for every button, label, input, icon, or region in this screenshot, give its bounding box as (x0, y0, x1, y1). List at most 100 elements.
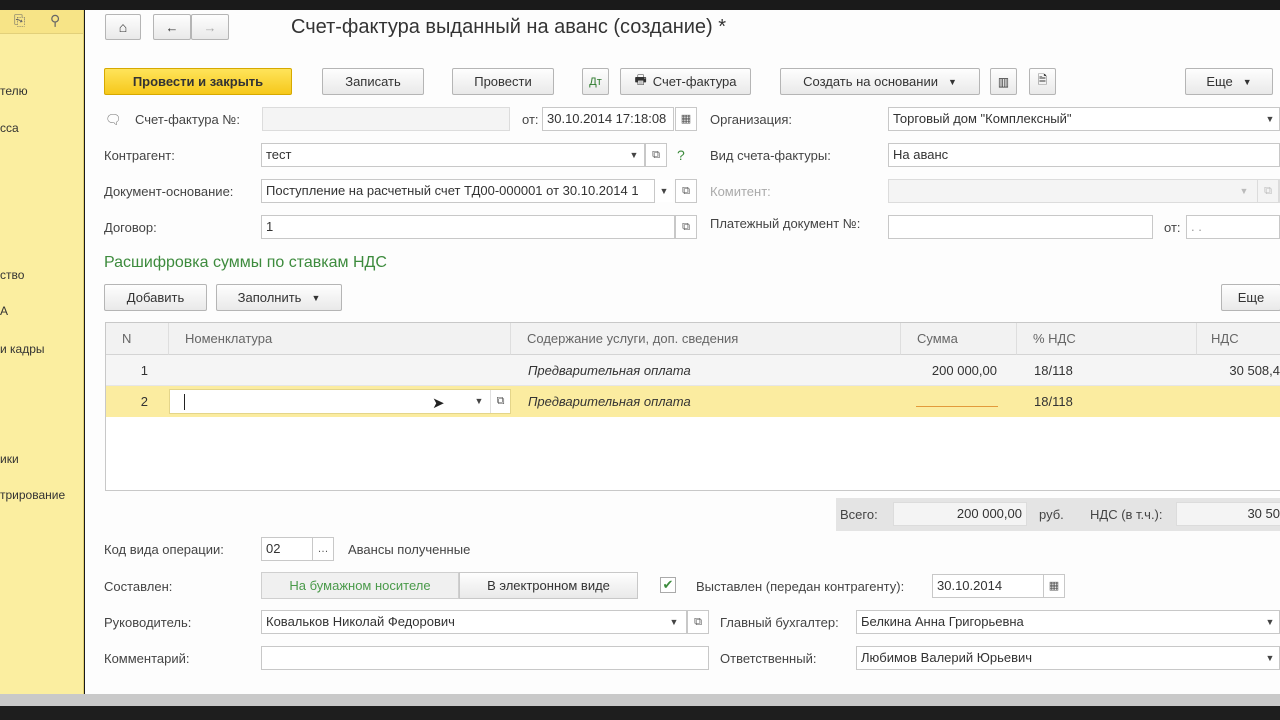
table-more-button[interactable]: Еще (1221, 284, 1280, 311)
sidebar-item[interactable]: трирование (0, 488, 65, 502)
checkmark-icon: ✔ (662, 577, 674, 592)
attachment-button[interactable]: 🗎 (1029, 68, 1056, 95)
chevron-down-icon[interactable]: ▼ (655, 180, 673, 202)
operation-code-label: Код вида операции: (104, 542, 224, 557)
contract-field[interactable]: 1 (261, 215, 675, 239)
column-header-nomenclature[interactable]: Номенклатура (169, 323, 511, 355)
sidebar-item[interactable]: и кадры (0, 342, 45, 356)
save-button[interactable]: Записать (322, 68, 424, 95)
report-icon: ▥ (997, 74, 1010, 89)
issued-date-field[interactable]: 30.10.2014 (932, 574, 1044, 598)
chevron-down-icon[interactable]: ▼ (470, 390, 488, 413)
payment-document-field[interactable] (888, 215, 1153, 239)
vat-breakdown-title: Расшифровка суммы по ставкам НДС (104, 254, 387, 271)
table-row[interactable]: 2 ➤ ▼ ⧉ Предварительная оплата 18/118 (106, 386, 1280, 417)
back-button[interactable]: ← (153, 14, 191, 40)
base-document-label: Документ-основание: (104, 184, 234, 199)
electronic-option[interactable]: В электронном виде (459, 572, 638, 599)
invoice-kind-field[interactable]: На аванс (888, 143, 1280, 167)
sidebar-item[interactable]: ство (0, 268, 24, 282)
date-field[interactable]: 30.10.2014 17:18:08 (542, 107, 674, 131)
text-cursor (184, 394, 185, 410)
comment-label: Комментарий: (104, 651, 190, 666)
chief-accountant-field[interactable]: Белкина Анна Григорьевна (856, 610, 1280, 634)
sidebar-item[interactable]: телю (0, 84, 28, 98)
row-vat-rate[interactable]: 18/118 (1026, 386, 1196, 417)
dt-kt-icon: Дт (589, 75, 602, 88)
column-header-vat-rate[interactable]: % НДС (1017, 323, 1197, 355)
add-row-button[interactable]: Добавить (104, 284, 207, 311)
contract-label: Договор: (104, 220, 157, 235)
manager-field[interactable]: Ковальков Николай Федорович (261, 610, 687, 634)
forward-button[interactable]: → (191, 14, 229, 40)
dt-kt-button[interactable]: Дт (582, 68, 609, 95)
column-header-content[interactable]: Содержание услуги, доп. сведения (511, 323, 901, 355)
chevron-down-icon[interactable]: ▼ (625, 144, 643, 166)
invoice-no-field[interactable] (262, 107, 510, 131)
chevron-down-icon[interactable]: ▼ (1261, 647, 1279, 669)
calendar-button[interactable]: ▦ (675, 107, 697, 131)
column-header-sum[interactable]: Сумма (901, 323, 1017, 355)
row-content[interactable]: Предварительная оплата (520, 386, 900, 417)
open-counterparty-button[interactable]: ⧉ (645, 143, 667, 167)
nomenclature-input[interactable]: ➤ ▼ ⧉ (169, 389, 511, 414)
row-sum[interactable] (901, 386, 1001, 417)
open-commissioner-button[interactable]: ⧉ (1257, 179, 1279, 203)
organization-field[interactable]: Торговый дом "Комплексный" (888, 107, 1280, 131)
commissioner-label: Комитент: (710, 184, 771, 199)
issued-checkbox[interactable]: ✔ (660, 577, 676, 593)
search-icon[interactable]: ⚲ (50, 12, 60, 29)
row-vat-rate[interactable]: 18/118 (1026, 355, 1196, 386)
chevron-down-icon[interactable]: ▼ (665, 611, 683, 633)
history-icon[interactable]: ⎘ (14, 12, 25, 29)
sidebar-item[interactable]: ики (0, 452, 19, 466)
document-icon: 🗎 (1037, 73, 1048, 87)
report-button[interactable]: ▥ (990, 68, 1017, 95)
printer-icon: 🖶 (634, 71, 647, 87)
chevron-down-icon[interactable]: ▼ (1261, 611, 1279, 633)
column-header-n[interactable]: N (106, 323, 169, 355)
home-button[interactable]: ⌂ (105, 14, 141, 40)
sidebar-item[interactable]: А (0, 304, 8, 318)
select-operation-code-button[interactable]: … (312, 537, 334, 561)
chevron-down-icon[interactable]: ▼ (1261, 108, 1279, 130)
open-base-document-button[interactable]: ⧉ (675, 179, 697, 203)
counterparty-field[interactable]: тест (261, 143, 645, 167)
open-link-icon: ⧉ (682, 221, 690, 233)
help-icon[interactable]: ? (677, 147, 685, 163)
responsible-label: Ответственный: (720, 651, 817, 666)
comment-field[interactable] (261, 646, 709, 670)
post-and-close-button[interactable]: Провести и закрыть (104, 68, 292, 95)
issued-calendar-button[interactable]: ▦ (1043, 574, 1065, 598)
chevron-down-icon: ▼ (311, 292, 321, 303)
print-invoice-button[interactable]: 🖶 Счет-фактура (620, 68, 751, 95)
row-sum[interactable]: 200 000,00 (901, 355, 1001, 386)
more-button[interactable]: Еще ▼ (1185, 68, 1273, 95)
column-header-vat[interactable]: НДС (1197, 323, 1280, 355)
payment-date-field[interactable]: . . (1186, 215, 1280, 239)
table-row[interactable]: 1 Предварительная оплата 200 000,00 18/1… (106, 355, 1280, 386)
row-content[interactable]: Предварительная оплата (520, 355, 900, 386)
row-vat[interactable] (1197, 386, 1280, 417)
create-based-on-button[interactable]: Создать на основании ▼ (780, 68, 980, 95)
sidebar-item[interactable]: сса (0, 121, 19, 135)
open-link-icon[interactable]: ⧉ (490, 390, 510, 413)
paper-option[interactable]: На бумажном носителе (261, 572, 459, 599)
arrow-left-icon: ← (165, 19, 179, 35)
fill-button[interactable]: Заполнить ▼ (216, 284, 342, 311)
row-vat[interactable]: 30 508,4 (1197, 355, 1280, 386)
row-nomenclature[interactable] (169, 355, 511, 386)
chief-accountant-label: Главный бухгалтер: (720, 615, 839, 630)
create-based-on-label: Создать на основании (803, 74, 938, 89)
open-contract-button[interactable]: ⧉ (675, 215, 697, 239)
responsible-field[interactable]: Любимов Валерий Юрьевич (856, 646, 1280, 670)
calendar-icon: ▦ (1048, 580, 1060, 592)
base-document-field[interactable]: Поступление на расчетный счет ТД00-00000… (261, 179, 655, 203)
open-manager-button[interactable]: ⧉ (687, 610, 709, 634)
operation-code-field[interactable]: 02 (261, 537, 313, 561)
chevron-down-icon: ▼ (1242, 76, 1252, 87)
chevron-down-icon[interactable]: ▼ (1235, 180, 1253, 202)
post-button[interactable]: Провести (452, 68, 554, 95)
row-number: 1 (140, 363, 148, 378)
commissioner-field[interactable] (888, 179, 1280, 203)
